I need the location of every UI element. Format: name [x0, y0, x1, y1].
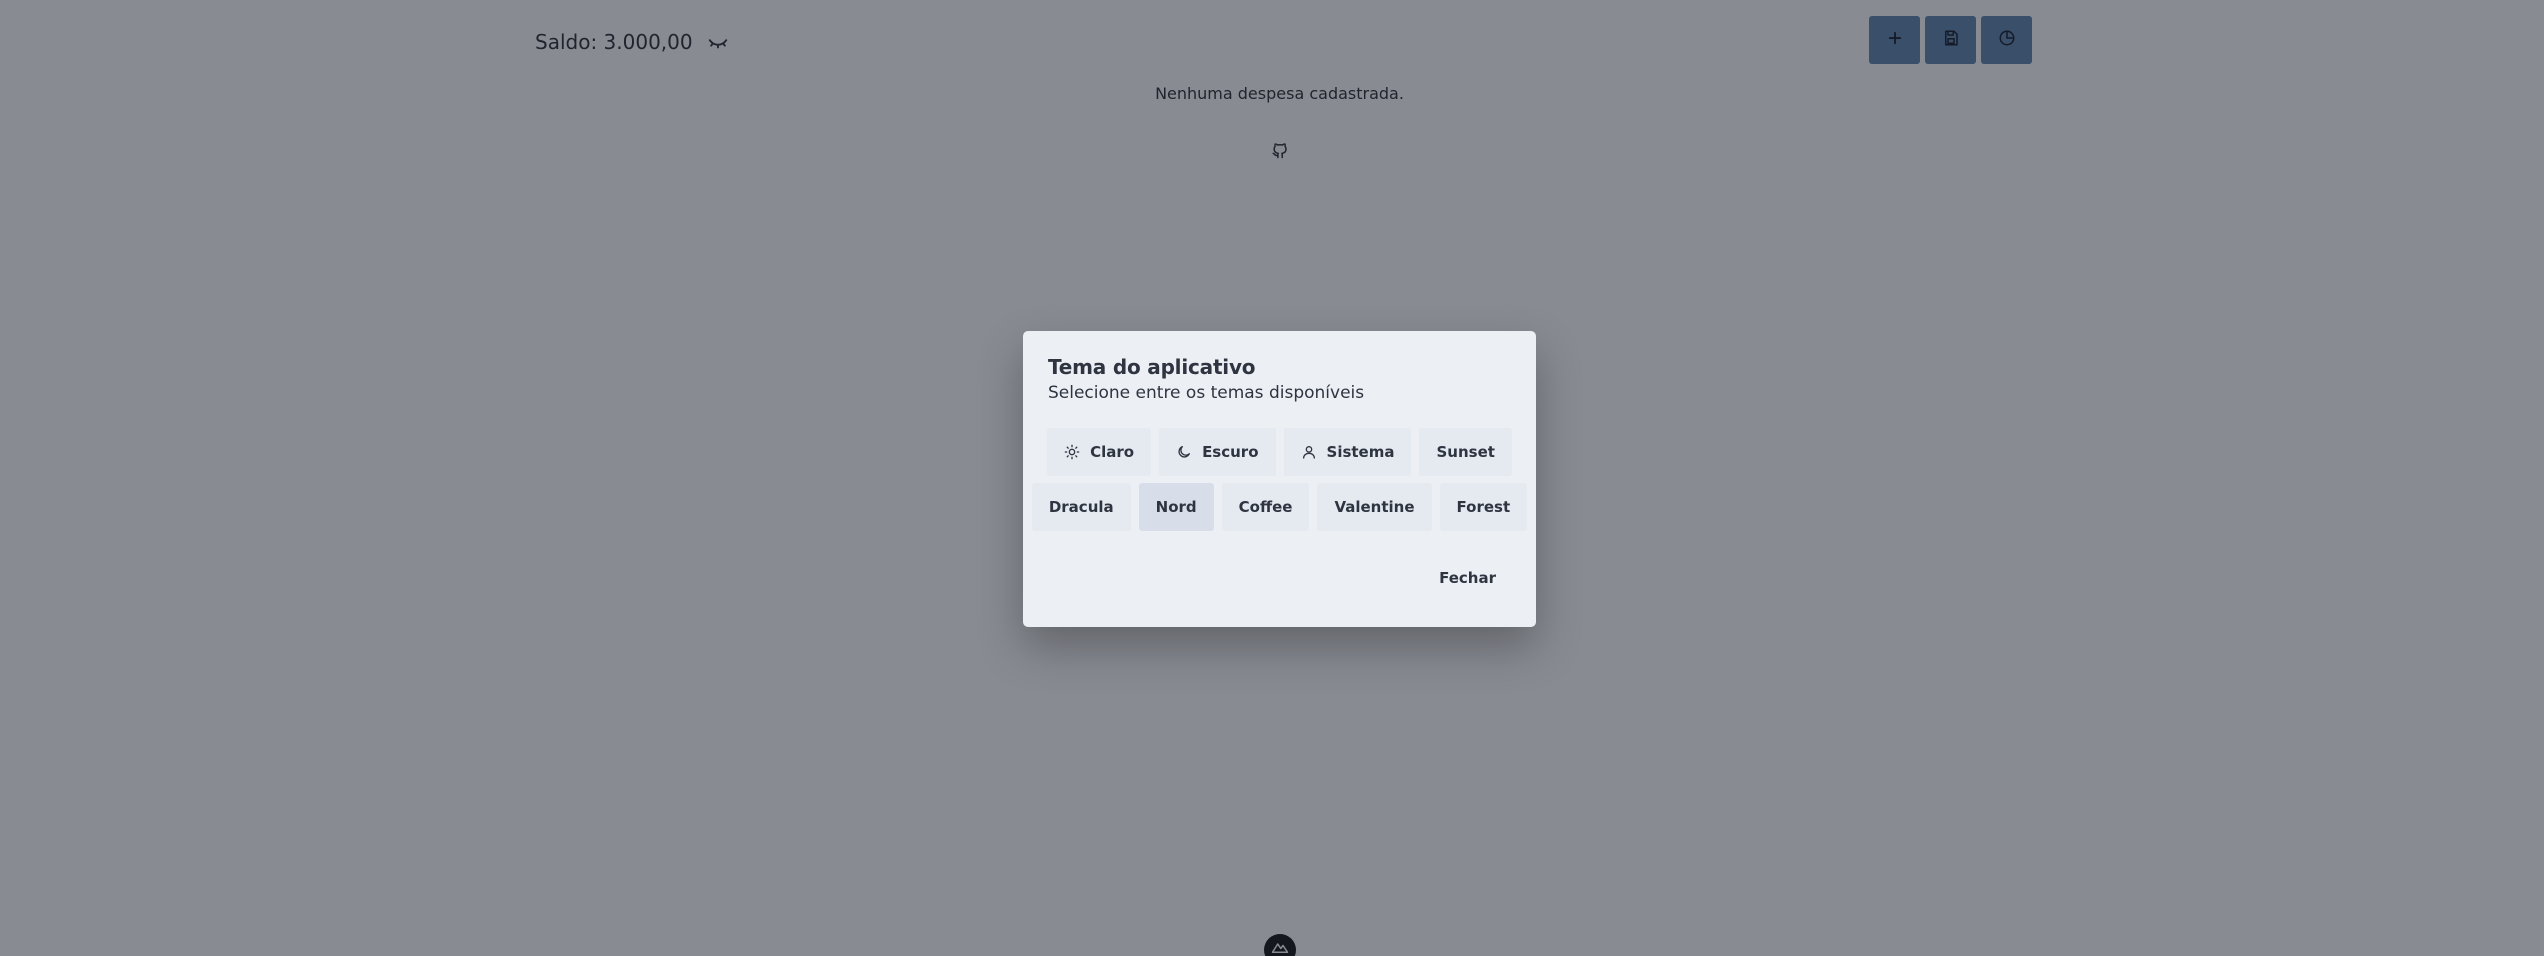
theme-row-2: Dracula Nord Coffee Valentine Forest [1023, 483, 1536, 531]
theme-label: Sunset [1436, 443, 1495, 461]
theme-claro-button[interactable]: Claro [1047, 428, 1152, 476]
sun-icon [1064, 444, 1080, 460]
theme-label: Dracula [1048, 498, 1114, 516]
theme-label: Sistema [1326, 443, 1395, 461]
theme-row-1: Claro Escuro Sistema Sunset [1023, 428, 1536, 476]
close-button[interactable]: Fechar [1439, 569, 1496, 587]
theme-forest-button[interactable]: Forest [1439, 483, 1528, 531]
dialog-subtitle: Selecione entre os temas disponíveis [1048, 383, 1365, 403]
theme-escuro-button[interactable]: Escuro [1159, 428, 1276, 476]
theme-sunset-button[interactable]: Sunset [1419, 428, 1512, 476]
theme-label: Forest [1456, 498, 1511, 516]
theme-label: Claro [1090, 443, 1135, 461]
theme-dracula-button[interactable]: Dracula [1031, 483, 1131, 531]
theme-label: Coffee [1238, 498, 1293, 516]
theme-sistema-button[interactable]: Sistema [1283, 428, 1412, 476]
theme-label: Valentine [1334, 498, 1415, 516]
theme-label: Nord [1155, 498, 1197, 516]
theme-nord-button[interactable]: Nord [1138, 483, 1214, 531]
theme-valentine-button[interactable]: Valentine [1317, 483, 1432, 531]
theme-label: Escuro [1202, 443, 1259, 461]
moon-icon [1176, 444, 1192, 460]
theme-dialog: Tema do aplicativo Selecione entre os te… [1023, 331, 1536, 627]
user-icon [1301, 444, 1317, 460]
dialog-title: Tema do aplicativo [1048, 355, 1256, 379]
theme-coffee-button[interactable]: Coffee [1221, 483, 1310, 531]
